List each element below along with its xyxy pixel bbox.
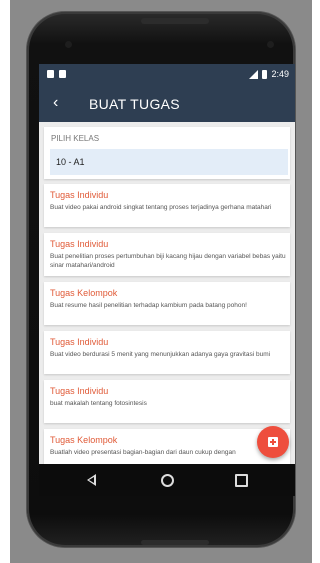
- app-bar: ‹ BUAT TUGAS: [39, 86, 295, 122]
- add-icon: [268, 437, 278, 447]
- task-card[interactable]: Tugas Individu buat makalah tentang foto…: [44, 380, 290, 423]
- page-title: BUAT TUGAS: [89, 96, 180, 112]
- kelas-select[interactable]: 10 - A1: [50, 149, 288, 175]
- status-indicators: 2:49: [249, 69, 289, 79]
- task-type: Tugas Individu: [50, 337, 109, 347]
- status-bar: 2:49: [39, 64, 295, 86]
- nav-home-icon[interactable]: [161, 474, 174, 487]
- task-card[interactable]: Tugas Individu Buat video berdurasi 5 me…: [44, 331, 290, 374]
- add-task-button[interactable]: [257, 426, 289, 458]
- task-card[interactable]: Tugas Kelompok Buatlah video presentasi …: [44, 429, 290, 465]
- status-time: 2:49: [271, 69, 289, 79]
- task-card[interactable]: Tugas Individu Buat penelitian proses pe…: [44, 233, 290, 276]
- task-type: Tugas Individu: [50, 190, 109, 200]
- notification-icons: [47, 70, 66, 78]
- task-desc: Buat video berdurasi 5 menit yang menunj…: [50, 351, 271, 358]
- speaker-bottom: [141, 540, 209, 545]
- task-desc: Buat penelitian proses pertumbuhan biji …: [50, 253, 286, 269]
- task-type: Tugas Individu: [50, 239, 109, 249]
- kelas-label: PILIH KELAS: [51, 134, 100, 143]
- task-desc: Buatlah video presentasi bagian-bagian d…: [50, 449, 236, 456]
- task-card[interactable]: Tugas Individu Buat video pakai android …: [44, 184, 290, 227]
- sensor-dot: [65, 41, 72, 48]
- task-desc: buat makalah tentang fotosintesis: [50, 400, 147, 407]
- battery-icon: [262, 69, 268, 79]
- camera-dot: [267, 41, 274, 48]
- nav-recents-icon[interactable]: [235, 474, 248, 487]
- task-type: Tugas Kelompok: [50, 435, 118, 445]
- nav-back-icon-inner: [89, 477, 94, 483]
- screen: 2:49 ‹ BUAT TUGAS PILIH KELAS 10 - A1 Tu…: [39, 64, 295, 496]
- nav-bar: [39, 464, 295, 496]
- content: PILIH KELAS 10 - A1 Tugas Individu Buat …: [39, 122, 295, 465]
- notification-icon: [47, 70, 54, 78]
- notification-icon: [59, 70, 66, 78]
- task-type: Tugas Individu: [50, 386, 109, 396]
- arrow-back-icon[interactable]: ‹: [53, 94, 58, 112]
- task-type: Tugas Kelompok: [50, 288, 118, 298]
- task-card[interactable]: Tugas Kelompok Buat resume hasil penelit…: [44, 282, 290, 325]
- signal-icon: [249, 69, 259, 79]
- kelas-card: PILIH KELAS 10 - A1: [44, 127, 290, 179]
- speaker-top: [141, 18, 209, 24]
- task-desc: Buat resume hasil penelitian terhadap ka…: [50, 302, 247, 309]
- task-desc: Buat video pakai android singkat tentang…: [50, 204, 272, 211]
